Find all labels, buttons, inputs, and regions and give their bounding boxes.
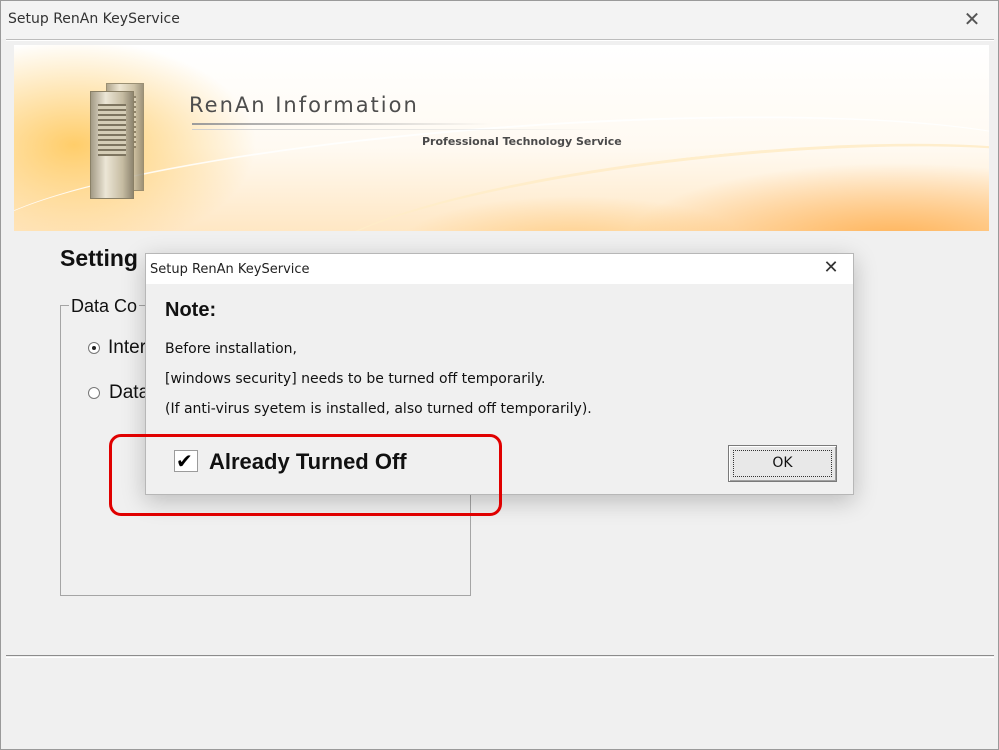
server-icon [90,91,134,199]
close-icon[interactable]: ✕ [960,7,984,31]
ok-button[interactable]: OK [728,445,837,482]
note-line: (If anti-virus syetem is installed, also… [165,401,592,417]
groupbox-label: Data Co [69,296,140,317]
dialog-title: Setup RenAn KeyService [150,262,310,277]
note-line: [windows security] needs to be turned of… [165,371,546,387]
window-titlebar: Setup RenAn KeyService ✕ [1,1,998,39]
dialog-close-icon[interactable]: ✕ [821,258,841,278]
page-title: Setting [60,245,138,271]
window-title: Setup RenAn KeyService [8,11,180,27]
company-name: RenAn Information [189,93,419,117]
frame-divider [6,39,994,41]
radio-option-label: Data [109,382,150,403]
note-heading: Note: [165,299,217,321]
highlight-annotation [109,434,502,516]
radio-option-label: Inter [108,337,147,358]
company-tagline: Professional Technology Service [422,135,622,148]
brand-underline [192,129,612,130]
header-banner: RenAn Information Professional Technolog… [14,45,989,231]
footer-divider [6,655,994,658]
brand-underline [192,123,492,125]
radio-option-database[interactable] [88,387,100,399]
dialog-titlebar: Setup RenAn KeyService ✕ [146,254,853,284]
note-line: Before installation, [165,341,297,357]
radio-option-internet[interactable] [88,342,100,354]
